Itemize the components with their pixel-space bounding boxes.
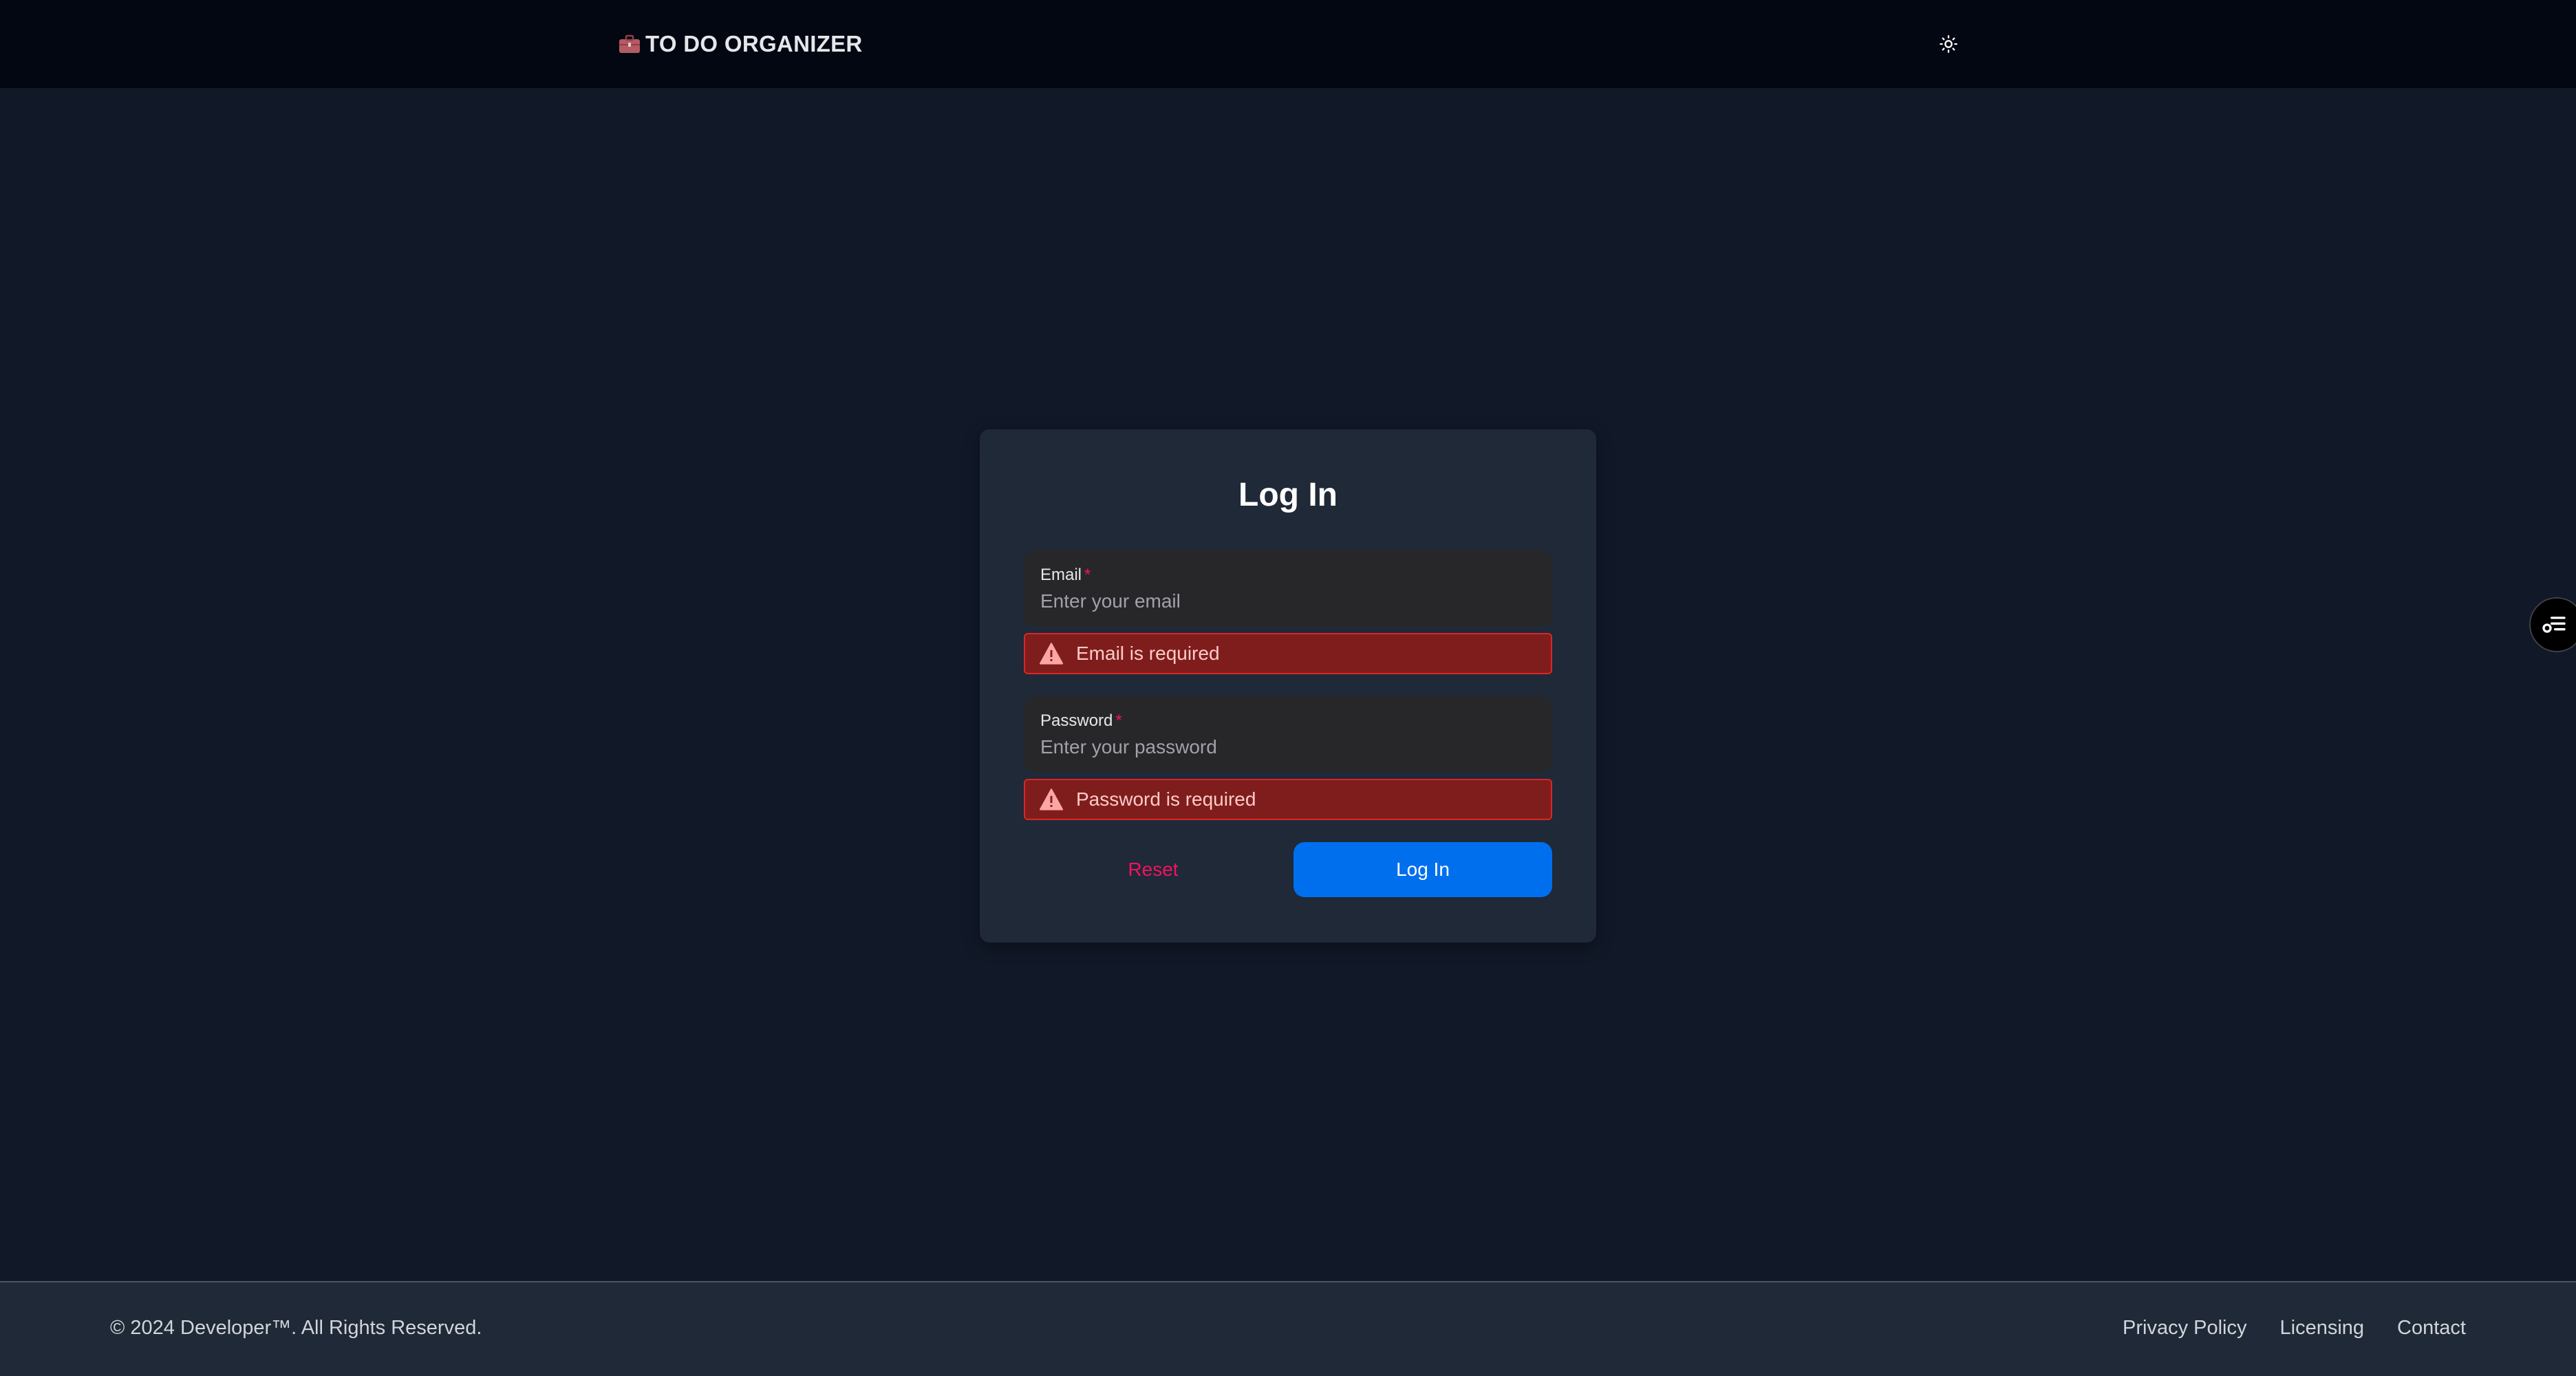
password-input[interactable] xyxy=(1040,733,1536,761)
login-title: Log In xyxy=(1238,477,1338,513)
sun-icon xyxy=(1940,35,1957,53)
briefcase-icon xyxy=(619,34,640,53)
settings-list-icon xyxy=(2542,616,2566,633)
email-field[interactable]: Email * xyxy=(1024,550,1552,626)
footer-link-licensing[interactable]: Licensing xyxy=(2280,1317,2365,1340)
password-label-text: Password xyxy=(1040,711,1113,730)
warning-icon xyxy=(1039,643,1064,665)
email-error-alert: Email is required xyxy=(1024,633,1552,674)
email-label-text: Email xyxy=(1040,566,1082,584)
footer-link-contact[interactable]: Contact xyxy=(2397,1317,2466,1340)
required-marker: * xyxy=(1115,711,1122,730)
settings-floating-button[interactable] xyxy=(2529,597,2576,652)
warning-icon xyxy=(1039,788,1064,810)
password-error-alert: Password is required xyxy=(1024,779,1552,820)
footer-links: Privacy Policy Licensing Contact xyxy=(2123,1317,2466,1340)
login-button[interactable]: Log In xyxy=(1294,842,1552,897)
brand-logo[interactable]: TO DO ORGANIZER xyxy=(618,28,863,61)
footer-link-privacy-policy[interactable]: Privacy Policy xyxy=(2123,1317,2247,1340)
password-error-text: Password is required xyxy=(1076,788,1256,810)
page-footer: © 2024 Developer™. All Rights Reserved. … xyxy=(0,1281,2576,1376)
theme-toggle-button[interactable] xyxy=(1935,30,1962,58)
email-label: Email * xyxy=(1040,566,1091,585)
reset-button[interactable]: Reset xyxy=(1024,842,1282,897)
required-marker: * xyxy=(1084,566,1091,584)
email-error-text: Email is required xyxy=(1076,643,1220,664)
password-field[interactable]: Password * xyxy=(1024,696,1552,772)
login-card: Log In Email* Email is required Password… xyxy=(980,429,1596,943)
top-navbar: TO DO ORGANIZER xyxy=(0,0,2576,88)
password-label: Password * xyxy=(1040,711,1122,731)
brand-title: TO DO ORGANIZER xyxy=(645,31,863,56)
copyright-text: © 2024 Developer™. All Rights Reserved. xyxy=(110,1317,482,1339)
email-input[interactable] xyxy=(1040,588,1536,615)
